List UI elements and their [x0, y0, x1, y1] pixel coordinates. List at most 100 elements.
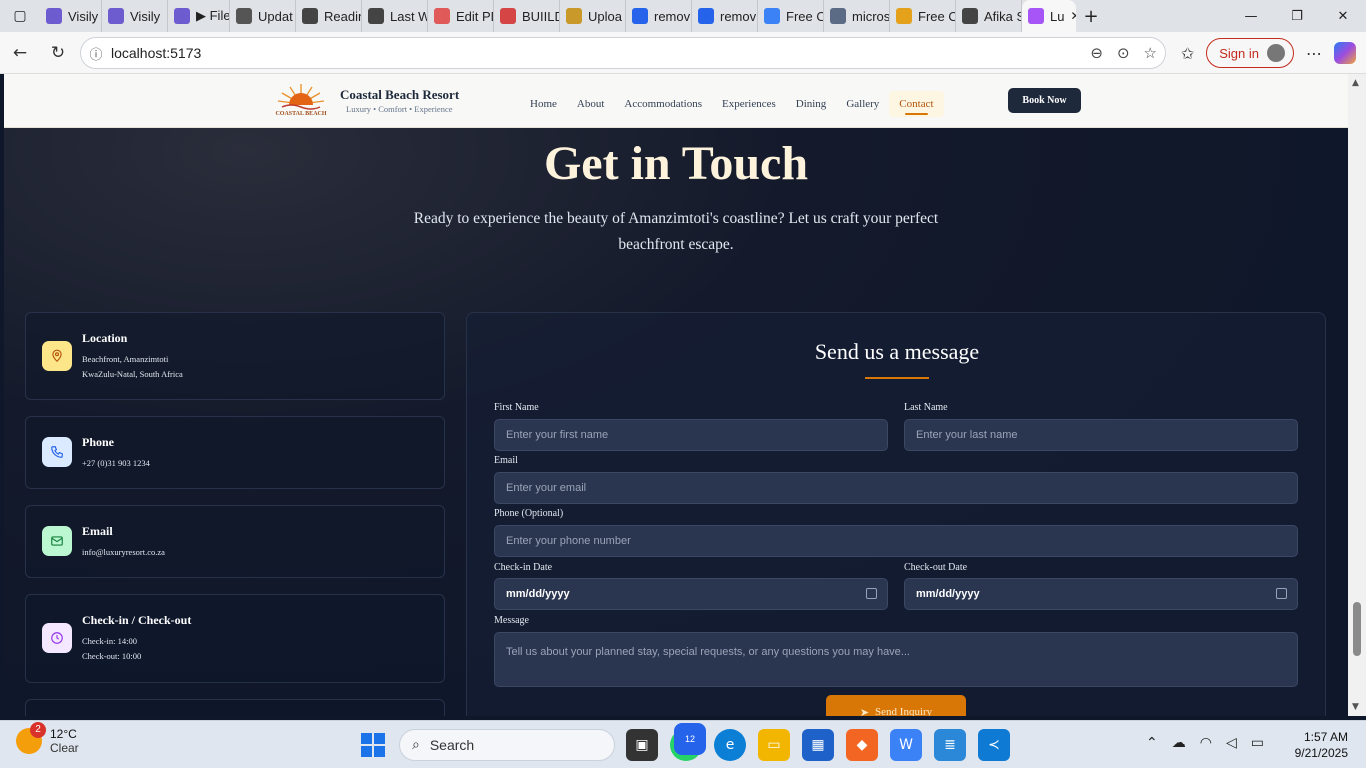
tab-actions-icon[interactable]: ▢ — [0, 0, 40, 32]
pdf-heart-icon — [434, 8, 450, 24]
card-title: Phone — [82, 435, 115, 449]
first-name-input[interactable]: Enter your first name — [494, 419, 888, 451]
clock-date: 9/21/2025 — [1294, 746, 1348, 760]
browser-tab[interactable]: Uploa — [560, 0, 626, 32]
browser-tab[interactable]: Last W — [362, 0, 428, 32]
main-nav: Home About Accommodations Experiences Dining… — [520, 91, 944, 117]
page-title: Get in Touch — [543, 137, 809, 190]
notepad-icon[interactable]: ≣ — [934, 729, 966, 761]
tab-label: Last W — [390, 8, 428, 24]
battery-icon[interactable]: ▭ — [1251, 735, 1264, 751]
scribd-icon — [368, 8, 384, 24]
tab-label: Updat — [258, 8, 293, 24]
calendar-icon[interactable] — [1276, 588, 1287, 599]
scrollbar-thumb[interactable] — [1353, 602, 1361, 656]
volume-icon[interactable]: ◁ — [1226, 735, 1237, 751]
card-detail: Check-in: 14:00 — [82, 636, 138, 646]
more-tools-icon[interactable]: ⊙ — [1117, 44, 1130, 62]
check-in-label: Check-in Date — [494, 562, 553, 573]
favorite-star-icon[interactable]: ☆ — [1144, 44, 1157, 62]
send-inquiry-button[interactable]: ➤ Send Inquiry — [826, 695, 966, 716]
settings-menu-icon[interactable]: ⋯ — [1306, 44, 1322, 63]
scroll-up-icon[interactable]: ▲ — [1352, 78, 1359, 88]
url-text[interactable]: localhost:5173 — [111, 45, 201, 61]
scroll-down-icon[interactable]: ▼ — [1352, 702, 1359, 712]
file-explorer-icon[interactable]: ▭ — [758, 729, 790, 761]
browser-tab[interactable]: Visily — [102, 0, 168, 32]
sign-in-button[interactable]: Sign in — [1206, 38, 1294, 68]
browser-tab[interactable]: ▶ File — [168, 0, 230, 32]
minimize-icon[interactable]: — — [1228, 0, 1274, 32]
browser-tab[interactable]: Afika S — [956, 0, 1022, 32]
word-doc-icon[interactable]: W — [890, 729, 922, 761]
nav-gallery[interactable]: Gallery — [836, 91, 889, 117]
nav-dining[interactable]: Dining — [786, 91, 837, 117]
browser-tab[interactable]: Free O — [890, 0, 956, 32]
chevron-up-icon[interactable]: ⌃ — [1146, 735, 1158, 751]
new-tab-button[interactable]: + — [1076, 6, 1106, 27]
phone-input[interactable]: Enter your phone number — [494, 525, 1298, 557]
location-pin-icon — [42, 341, 72, 371]
reload-icon[interactable]: ↻ — [40, 35, 76, 71]
copilot-icon[interactable] — [1334, 42, 1356, 64]
book-now-button[interactable]: Book Now — [1008, 88, 1081, 113]
browser-tab[interactable]: Lu ✕ — [1022, 0, 1076, 32]
calendar-icon[interactable] — [866, 588, 877, 599]
browser-tab-strip: ▢ Visily Visily ▶ File Updat Readin Last W Edi… — [0, 0, 1366, 32]
sign-in-label: Sign in — [1219, 45, 1259, 61]
favorites-icon[interactable]: ✩ — [1181, 44, 1194, 63]
close-window-icon[interactable]: ✕ — [1320, 0, 1366, 32]
taskbar-search[interactable]: ⌕ Search — [399, 729, 615, 761]
whatsapp-icon[interactable]: ✆12 — [670, 723, 706, 761]
browser-tab[interactable]: remov — [692, 0, 758, 32]
visily-icon — [174, 8, 190, 24]
onedrive-icon[interactable]: ☁ — [1172, 735, 1186, 751]
address-bar[interactable]: ⓘ localhost:5173 ⊖ ⊙ ☆ — [80, 37, 1166, 69]
start-button[interactable] — [361, 733, 385, 757]
weather-widget[interactable]: 2 12°C Clear — [16, 722, 79, 755]
browser-tab[interactable]: Free O — [758, 0, 824, 32]
contact-form: Send us a message First Name Enter your … — [466, 312, 1326, 716]
wifi-icon[interactable]: ◠ — [1200, 735, 1212, 751]
check-in-date-input[interactable]: mm/dd/yyyy — [494, 578, 888, 610]
email-input[interactable]: Enter your email — [494, 472, 1298, 504]
nav-contact[interactable]: Contact — [889, 91, 944, 117]
tab-label: BUIILD — [522, 8, 560, 24]
browser-tab[interactable]: Readin — [296, 0, 362, 32]
browser-tab[interactable]: Visily — [40, 0, 102, 32]
page-scrollbar[interactable]: ▲ ▼ — [1348, 74, 1366, 716]
bing-icon — [698, 8, 714, 24]
task-view-icon[interactable]: ▣ — [626, 729, 658, 761]
tab-label: Free O — [786, 8, 824, 24]
nav-about[interactable]: About — [567, 91, 615, 117]
tab-label: Lu — [1050, 8, 1065, 24]
edge-icon[interactable]: e — [714, 729, 746, 761]
browser-tab[interactable]: micros — [824, 0, 890, 32]
browser-tab[interactable]: Edit PD — [428, 0, 494, 32]
nav-accommodations[interactable]: Accommodations — [614, 91, 712, 117]
site-info-icon[interactable]: ⓘ — [81, 44, 111, 63]
check-out-label: Check-out Date — [904, 562, 968, 573]
message-textarea[interactable]: Tell us about your planned stay, special… — [494, 632, 1298, 687]
box-icon — [566, 8, 582, 24]
resort-logo[interactable]: COASTAL BEACH — [274, 80, 328, 118]
tab-label: Visily — [130, 8, 161, 24]
nav-home[interactable]: Home — [520, 91, 567, 117]
browser-tab[interactable]: BUIILD — [494, 0, 560, 32]
clock[interactable]: 1:57 AM 9/21/2025 — [1282, 729, 1348, 761]
card-title: Email — [82, 524, 113, 538]
tab-label: Readin — [324, 8, 362, 24]
check-out-date-input[interactable]: mm/dd/yyyy — [904, 578, 1298, 610]
browser-tab[interactable]: remov — [626, 0, 692, 32]
store-icon[interactable]: ▦ — [802, 729, 834, 761]
last-name-input[interactable]: Enter your last name — [904, 419, 1298, 451]
nav-experiences[interactable]: Experiences — [712, 91, 786, 117]
brave-icon[interactable]: ◆ — [846, 729, 878, 761]
back-icon[interactable]: ← — [2, 35, 38, 71]
zoom-icon[interactable]: ⊖ — [1090, 44, 1103, 62]
vscode-icon[interactable]: ≺ — [978, 729, 1010, 761]
browser-tab[interactable]: Updat — [230, 0, 296, 32]
taskbar-apps: ▣ ✆12 e ▭ ▦ ◆ W ≣ ≺ — [626, 723, 1010, 761]
page-viewport: COASTAL BEACH Coastal Beach Resort Luxur… — [4, 74, 1348, 716]
maximize-icon[interactable]: ❐ — [1274, 0, 1320, 32]
